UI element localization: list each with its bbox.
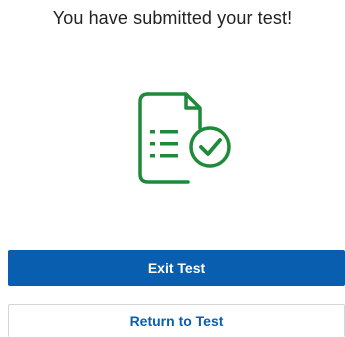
return-to-test-button[interactable]: Return to Test: [8, 304, 345, 337]
exit-test-button[interactable]: Exit Test: [8, 250, 345, 286]
document-checkmark-icon: [138, 92, 231, 184]
submission-confirmation: You have submitted your test! Exit Test …: [0, 0, 345, 337]
page-title: You have submitted your test!: [52, 8, 293, 28]
